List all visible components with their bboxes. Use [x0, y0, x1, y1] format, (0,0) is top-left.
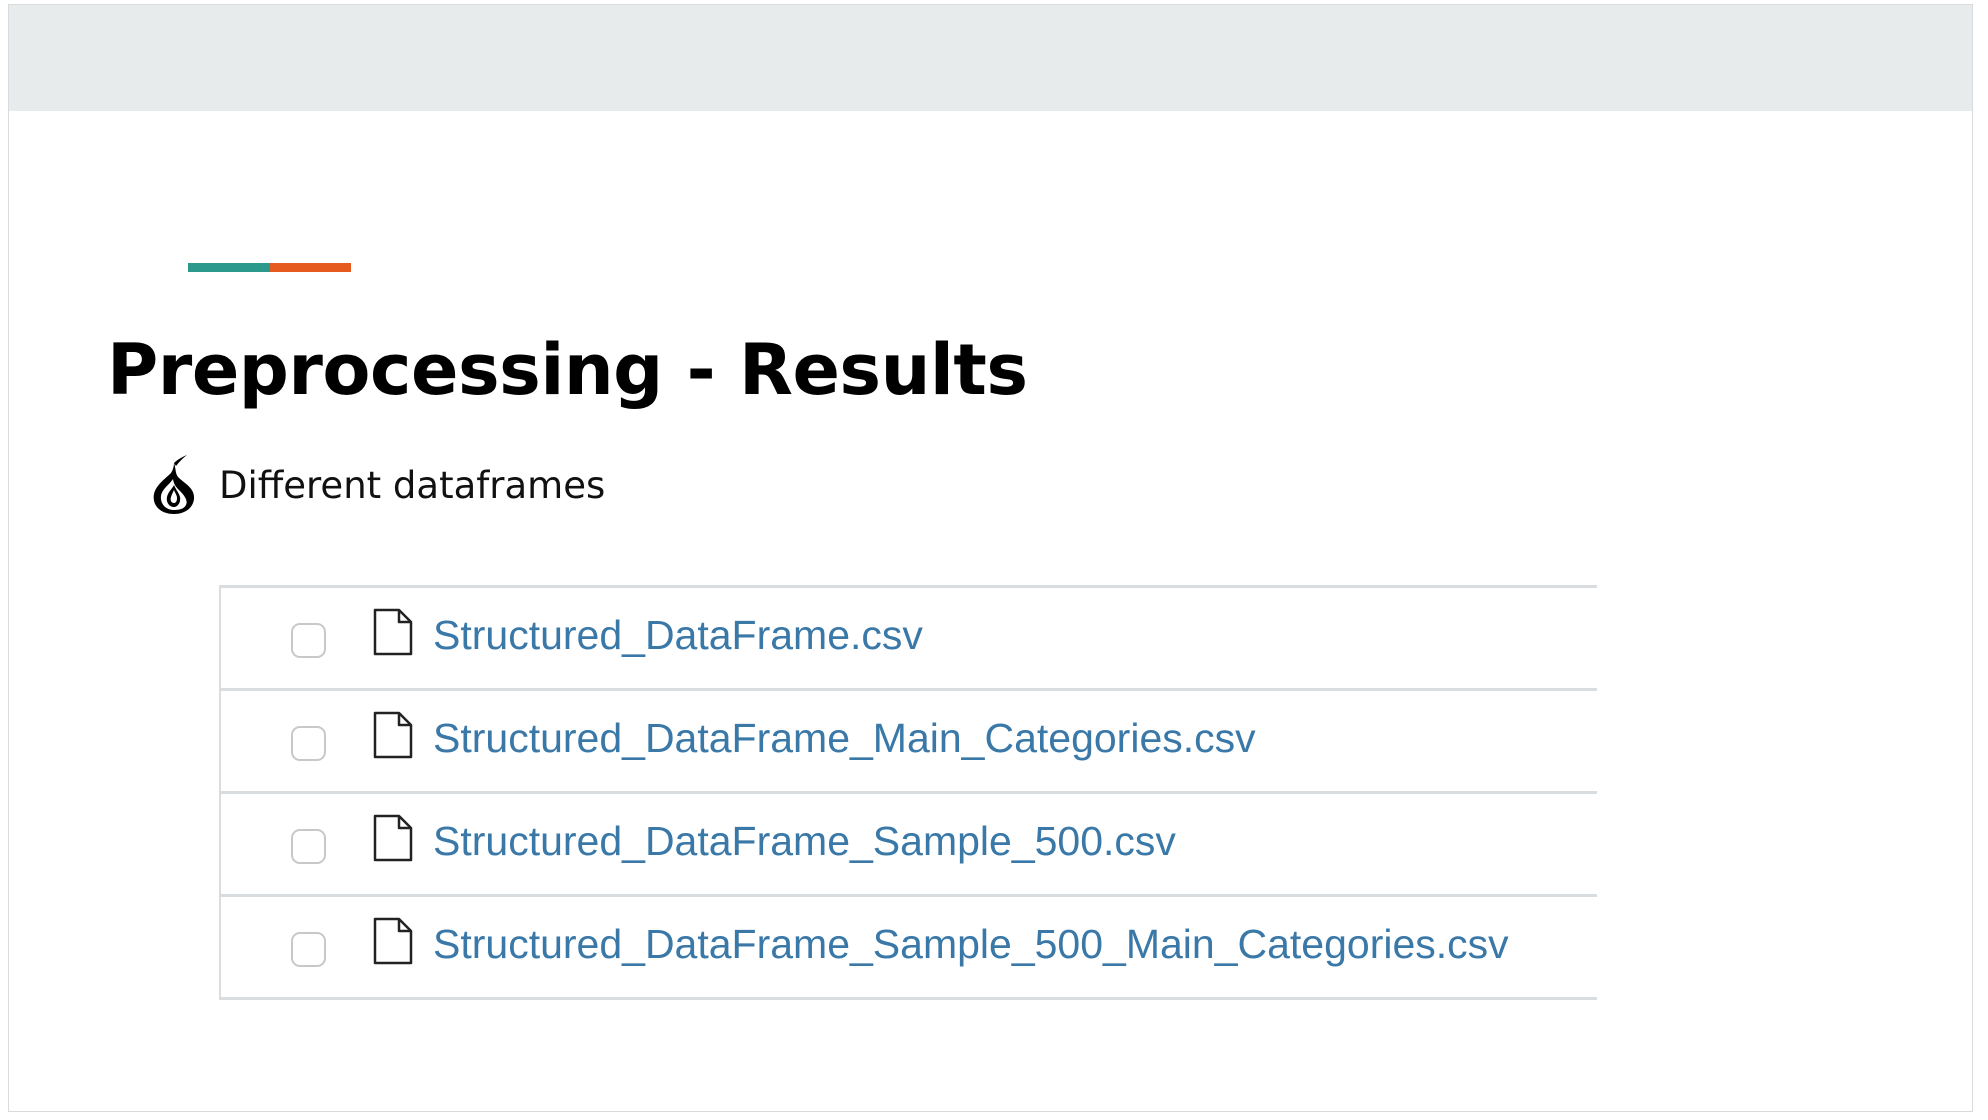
file-row: Structured_DataFrame_Main_Categories.csv [221, 691, 1597, 794]
file-list: Structured_DataFrame.csv Structured_Data… [219, 585, 1597, 1000]
slide-frame: Preprocessing - Results Different datafr… [8, 4, 1973, 1112]
file-link[interactable]: Structured_DataFrame.csv [433, 612, 923, 659]
file-icon [373, 814, 413, 862]
header-band [9, 5, 1972, 111]
file-row: Structured_DataFrame_Sample_500.csv [221, 794, 1597, 897]
accent-bar-orange [270, 263, 351, 272]
file-link[interactable]: Structured_DataFrame_Main_Categories.csv [433, 715, 1256, 762]
accent-bar-teal [188, 263, 270, 272]
onion-icon [153, 455, 195, 514]
slide-title: Preprocessing - Results [107, 329, 1028, 411]
file-checkbox[interactable] [291, 829, 326, 864]
file-icon [373, 917, 413, 965]
file-row: Structured_DataFrame_Sample_500_Main_Cat… [221, 897, 1597, 1000]
file-icon [373, 608, 413, 656]
file-link[interactable]: Structured_DataFrame_Sample_500_Main_Cat… [433, 921, 1509, 968]
file-checkbox[interactable] [291, 932, 326, 967]
file-checkbox[interactable] [291, 623, 326, 658]
file-link[interactable]: Structured_DataFrame_Sample_500.csv [433, 818, 1176, 865]
file-icon [373, 711, 413, 759]
file-row: Structured_DataFrame.csv [221, 588, 1597, 691]
bullet-text: Different dataframes [219, 463, 606, 507]
file-checkbox[interactable] [291, 726, 326, 761]
bullet-item: Different dataframes [149, 453, 605, 517]
